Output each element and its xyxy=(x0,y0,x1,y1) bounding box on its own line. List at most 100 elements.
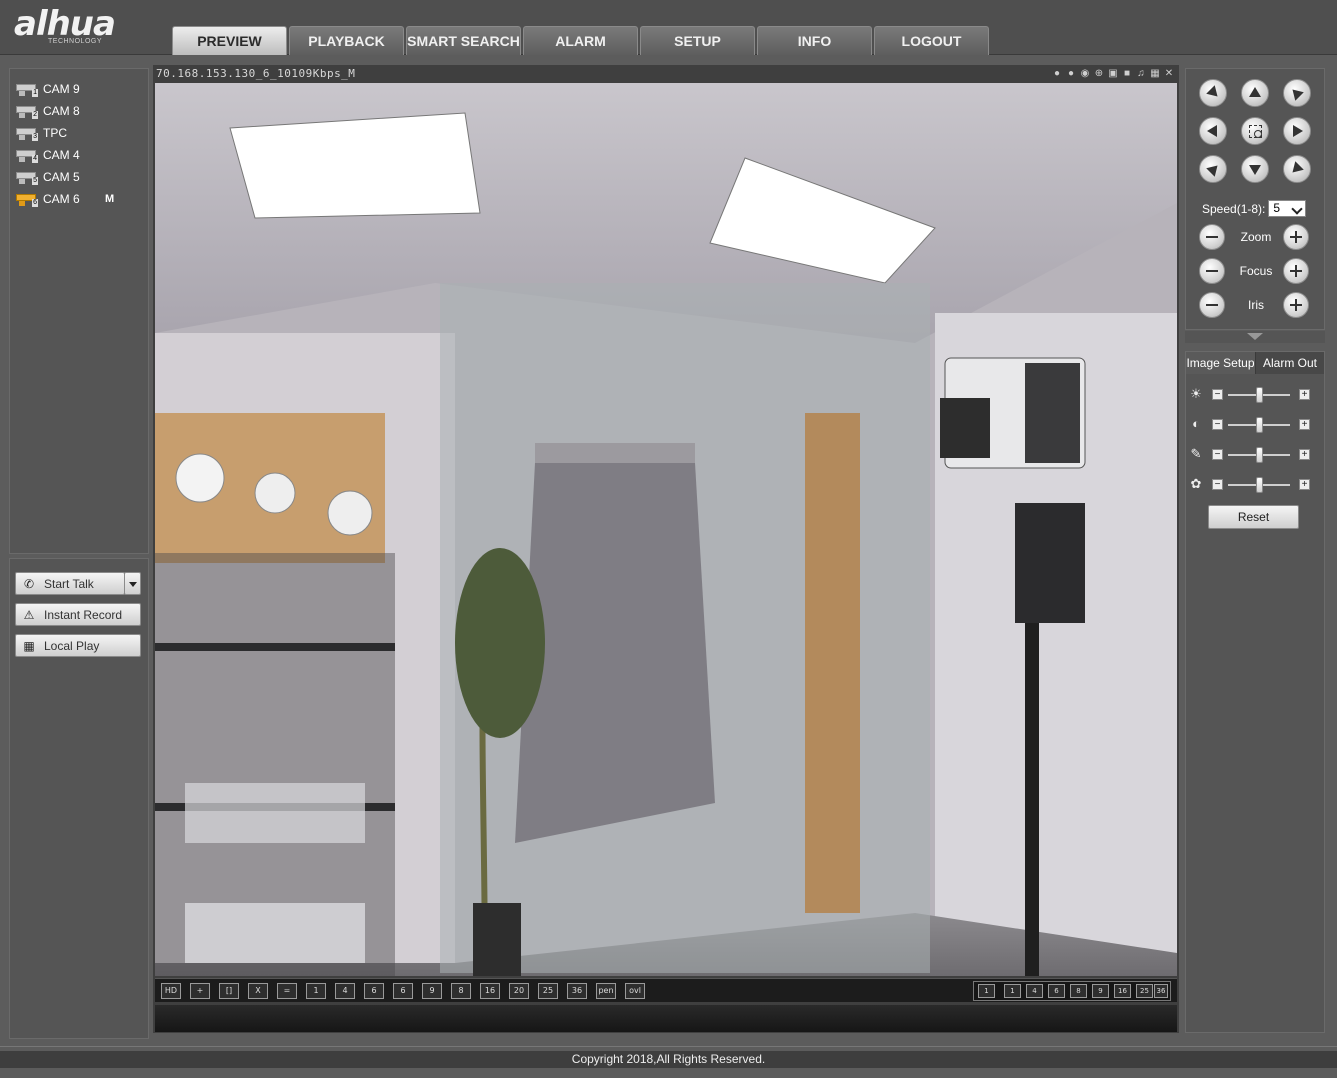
iris-minus-button[interactable] xyxy=(1199,292,1225,318)
audio-icon[interactable]: ♫ xyxy=(1135,68,1147,80)
hue-minus-button[interactable]: − xyxy=(1212,479,1223,490)
tab-alarm-out[interactable]: Alarm Out xyxy=(1255,352,1324,374)
saturation-row: ✎ − + xyxy=(1188,445,1316,463)
tab-alarm[interactable]: ALARM xyxy=(523,26,638,55)
channel-item-cam-6[interactable]: 6 CAM 6 M xyxy=(16,189,146,209)
layout-1-button[interactable]: 1 xyxy=(306,983,326,999)
record-icon[interactable]: ■ xyxy=(1121,68,1133,80)
brightness-plus-button[interactable]: + xyxy=(1299,389,1310,400)
ptz-right-button[interactable] xyxy=(1283,117,1311,145)
contrast-row: ◐ − + xyxy=(1188,415,1316,433)
split-4-button[interactable]: 4 xyxy=(1026,984,1043,998)
camera-icon: 1 xyxy=(16,82,38,97)
ptz-up-button[interactable] xyxy=(1241,79,1269,107)
channel-item-cam-9[interactable]: 1 CAM 9 xyxy=(16,79,146,99)
camera-icon: 2 xyxy=(16,104,38,119)
channel-label: CAM 8 xyxy=(43,104,80,118)
split-8-button[interactable]: 8 xyxy=(1070,984,1087,998)
overlay-button[interactable]: ovl xyxy=(625,983,645,999)
zoom-icon[interactable]: ⊕ xyxy=(1093,68,1105,80)
eye-icon[interactable]: ◉ xyxy=(1079,68,1091,80)
zoom-out-button[interactable] xyxy=(1199,224,1225,250)
image-setup-panel: Image Setup Alarm Out ☀ − + ◐ − + ✎ − + … xyxy=(1185,351,1325,1033)
snapshot-icon[interactable]: ▣ xyxy=(1107,68,1119,80)
focus-row: Focus xyxy=(1199,258,1313,284)
contrast-minus-button[interactable]: − xyxy=(1212,419,1223,430)
hue-icon: ✿ xyxy=(1190,476,1202,491)
start-talk-button[interactable]: ✆ Start Talk xyxy=(15,572,125,595)
saturation-slider[interactable] xyxy=(1256,447,1263,463)
stream-quality-button[interactable]: HD xyxy=(161,983,181,999)
ptz-up-right-button[interactable] xyxy=(1283,79,1311,107)
iris-plus-button[interactable] xyxy=(1283,292,1309,318)
local-play-button[interactable]: ▦ Local Play xyxy=(15,634,141,657)
layout-6a-button[interactable]: 6 xyxy=(364,983,384,999)
layout-9-button[interactable]: 9 xyxy=(422,983,442,999)
layout-8-button[interactable]: 8 xyxy=(451,983,471,999)
tab-image-setup[interactable]: Image Setup xyxy=(1186,352,1255,374)
microphone-icon[interactable]: ● xyxy=(1065,68,1077,80)
original-scale-button[interactable]: [] xyxy=(219,983,239,999)
layout-6b-button[interactable]: 6 xyxy=(393,983,413,999)
fullscreen-button[interactable]: X xyxy=(248,983,268,999)
tab-info[interactable]: INFO xyxy=(757,26,872,55)
ptz-icon[interactable]: ● xyxy=(1051,68,1063,80)
split-1b-button[interactable]: 1 xyxy=(1004,984,1021,998)
channel-item-tpc[interactable]: 3 TPC xyxy=(16,123,146,143)
tab-setup[interactable]: SETUP xyxy=(640,26,755,55)
layout-20-button[interactable]: 20 xyxy=(509,983,529,999)
saturation-plus-button[interactable]: + xyxy=(1299,449,1310,460)
brightness-slider[interactable] xyxy=(1256,387,1263,403)
tab-logout[interactable]: LOGOUT xyxy=(874,26,989,55)
dahua-logo: alhua TECHNOLOGY xyxy=(14,4,149,48)
talk-dropdown-button[interactable] xyxy=(124,572,141,595)
live-video-feed[interactable] xyxy=(155,83,1177,976)
hue-slider[interactable] xyxy=(1256,477,1263,493)
camera-icon: 6 xyxy=(16,192,38,207)
fluency-button[interactable]: = xyxy=(277,983,297,999)
layout-4-button[interactable]: 4 xyxy=(335,983,355,999)
hue-plus-button[interactable]: + xyxy=(1299,479,1310,490)
ptz-down-left-button[interactable] xyxy=(1199,155,1227,183)
instant-record-button[interactable]: ⚠ Instant Record xyxy=(15,603,141,626)
speed-select[interactable]: 5 xyxy=(1268,200,1307,217)
channel-label: CAM 5 xyxy=(43,170,80,184)
focus-minus-button[interactable] xyxy=(1199,258,1225,284)
edit-button[interactable]: pen xyxy=(596,983,616,999)
saturation-minus-button[interactable]: − xyxy=(1212,449,1223,460)
ptz-left-button[interactable] xyxy=(1199,117,1227,145)
channel-item-cam-8[interactable]: 2 CAM 8 xyxy=(16,101,146,121)
focus-center-icon xyxy=(1249,125,1262,138)
layout-36-button[interactable]: 36 xyxy=(567,983,587,999)
channel-item-cam-5[interactable]: 5 CAM 5 xyxy=(16,167,146,187)
brightness-minus-button[interactable]: − xyxy=(1212,389,1223,400)
stream-title: 70.168.153.130_6_10109Kbps_M xyxy=(156,67,356,80)
qr-icon[interactable]: ▦ xyxy=(1149,68,1161,80)
split-9-button[interactable]: 9 xyxy=(1092,984,1109,998)
split-36-button[interactable]: 36 xyxy=(1154,984,1168,998)
focus-plus-button[interactable] xyxy=(1283,258,1309,284)
saturation-icon: ✎ xyxy=(1190,446,1202,461)
layout-25-button[interactable]: 25 xyxy=(538,983,558,999)
split-6-button[interactable]: 6 xyxy=(1048,984,1065,998)
ptz-down-button[interactable] xyxy=(1241,155,1269,183)
layout-16-button[interactable]: 16 xyxy=(480,983,500,999)
tab-smart-search[interactable]: SMART SEARCH xyxy=(406,26,521,55)
channel-item-cam-4[interactable]: 4 CAM 4 xyxy=(16,145,146,165)
ptz-auto-focus-button[interactable] xyxy=(1241,117,1269,145)
close-icon[interactable]: ✕ xyxy=(1163,68,1175,80)
reset-button[interactable]: Reset xyxy=(1208,505,1299,529)
zoom-in-ptz-button[interactable] xyxy=(1283,224,1309,250)
tab-playback[interactable]: PLAYBACK xyxy=(289,26,404,55)
split-16-button[interactable]: 16 xyxy=(1114,984,1131,998)
split-1-button[interactable]: 1 xyxy=(978,984,995,998)
brightness-icon: ☀ xyxy=(1190,386,1202,401)
zoom-in-button[interactable]: + xyxy=(190,983,210,999)
tab-preview[interactable]: PREVIEW xyxy=(172,26,287,55)
contrast-slider[interactable] xyxy=(1256,417,1263,433)
ptz-down-right-button[interactable] xyxy=(1283,155,1311,183)
ptz-collapse-toggle[interactable] xyxy=(1185,331,1325,343)
split-25-button[interactable]: 25 xyxy=(1136,984,1153,998)
ptz-up-left-button[interactable] xyxy=(1199,79,1227,107)
contrast-plus-button[interactable]: + xyxy=(1299,419,1310,430)
